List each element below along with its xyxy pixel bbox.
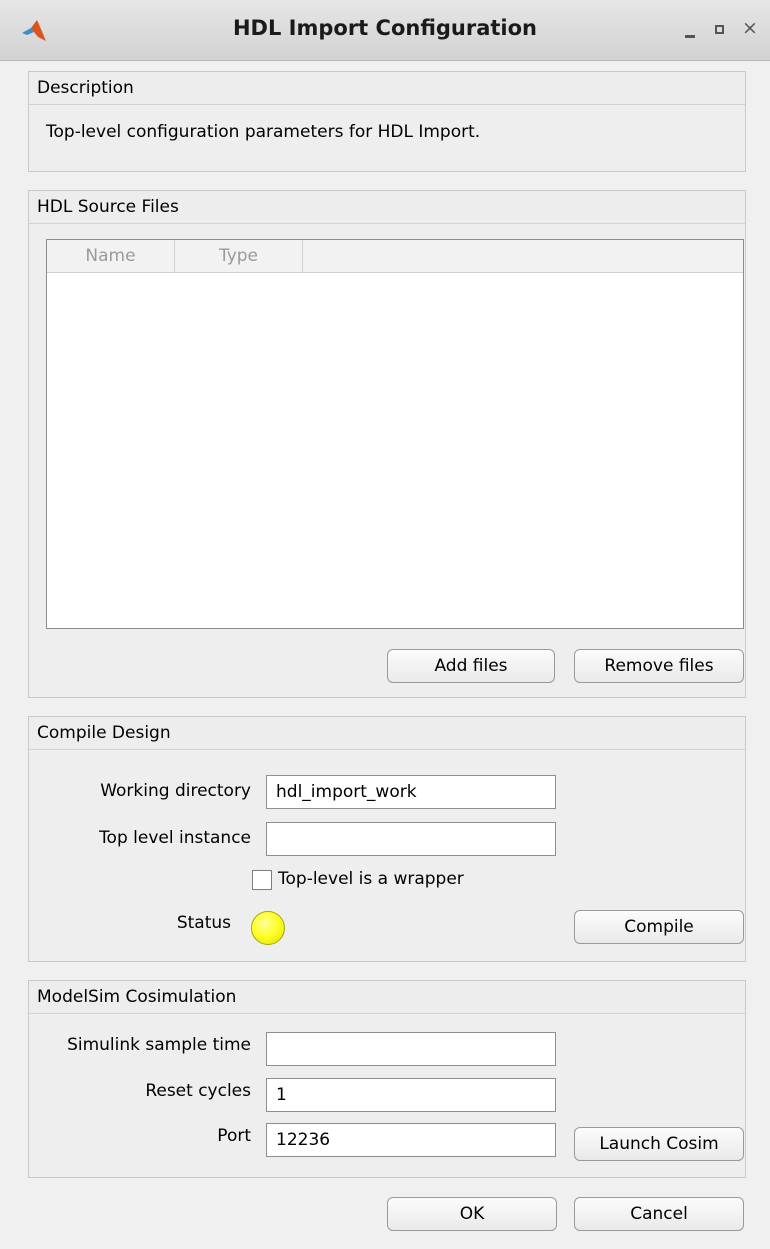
port-input[interactable]: 12236: [266, 1123, 556, 1157]
top-level-wrapper-checkbox[interactable]: [252, 870, 272, 890]
status-label: Status: [176, 913, 231, 933]
compile-button[interactable]: Compile: [574, 910, 744, 944]
launch-cosim-button[interactable]: Launch Cosim: [574, 1127, 744, 1161]
cancel-button[interactable]: Cancel: [574, 1197, 744, 1231]
dialog-window: HDL Import Configuration × Description T…: [0, 0, 770, 1249]
hdl-source-files-group: HDL Source Files Name Type Add files Rem…: [28, 190, 746, 698]
window-title: HDL Import Configuration: [232, 16, 538, 40]
table-header: Name Type: [47, 240, 743, 273]
status-indicator-icon: [251, 911, 285, 945]
modelsim-cosimulation-header: ModelSim Cosimulation: [29, 981, 745, 1014]
description-group: Description Top-level configuration para…: [28, 71, 746, 172]
hdl-source-files-header: HDL Source Files: [29, 191, 745, 224]
port-label: Port: [217, 1126, 251, 1146]
top-level-instance-input[interactable]: [266, 822, 556, 856]
top-level-wrapper-label[interactable]: Top-level is a wrapper: [278, 869, 464, 889]
reset-cycles-input[interactable]: 1: [266, 1078, 556, 1112]
modelsim-cosimulation-group: ModelSim Cosimulation Simulink sample ti…: [28, 980, 746, 1178]
close-button[interactable]: ×: [737, 14, 765, 44]
column-header-name[interactable]: Name: [47, 240, 175, 272]
reset-cycles-label: Reset cycles: [145, 1081, 251, 1101]
description-header: Description: [29, 72, 745, 105]
working-directory-label: Working directory: [100, 781, 251, 801]
compile-design-header: Compile Design: [29, 717, 745, 750]
title-bar[interactable]: HDL Import Configuration ×: [0, 0, 770, 61]
compile-design-group: Compile Design Working directory hdl_imp…: [28, 716, 746, 962]
minimize-button[interactable]: [676, 14, 704, 44]
simulink-sample-time-label: Simulink sample time: [67, 1035, 251, 1055]
maximize-button[interactable]: [706, 14, 734, 44]
remove-files-button[interactable]: Remove files: [574, 649, 744, 683]
description-text: Top-level configuration parameters for H…: [46, 122, 481, 142]
column-header-type[interactable]: Type: [175, 240, 303, 272]
ok-button[interactable]: OK: [387, 1197, 557, 1231]
top-level-instance-label: Top level instance: [99, 828, 251, 848]
simulink-sample-time-input[interactable]: [266, 1032, 556, 1066]
add-files-button[interactable]: Add files: [387, 649, 555, 683]
working-directory-input[interactable]: hdl_import_work: [266, 775, 556, 809]
close-icon: ×: [742, 17, 758, 39]
source-files-table[interactable]: Name Type: [46, 239, 744, 629]
